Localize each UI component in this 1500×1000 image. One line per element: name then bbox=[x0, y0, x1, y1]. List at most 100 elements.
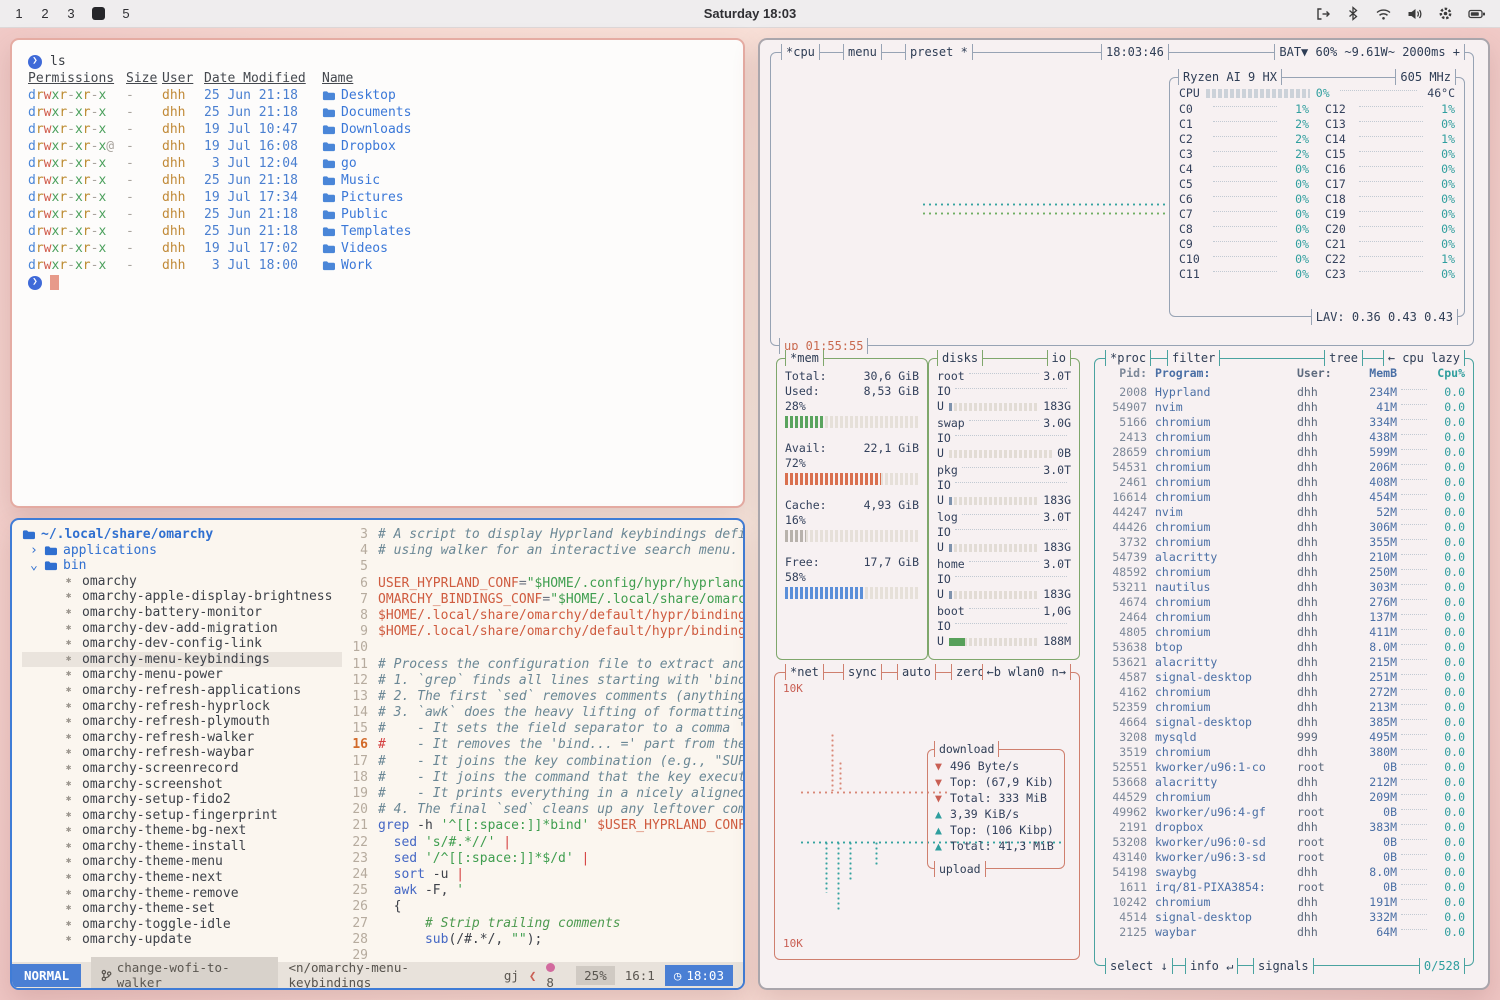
tree-file[interactable]: ✱ omarchy-theme-install bbox=[22, 839, 342, 855]
process-row[interactable]: 53668 alacritty dhh 212M 0.0 bbox=[1103, 775, 1465, 790]
process-row[interactable]: 3732 chromium dhh 355M 0.0 bbox=[1103, 535, 1465, 550]
code-line[interactable]: 19 # - It prints everything in a nicely … bbox=[342, 786, 743, 802]
process-row[interactable]: 2413 chromium dhh 438M 0.0 bbox=[1103, 430, 1465, 445]
code-line[interactable]: 8 $HOME/.local/share/omarchy/default/hyp… bbox=[342, 608, 743, 624]
process-row[interactable]: 5166 chromium dhh 334M 0.0 bbox=[1103, 415, 1465, 430]
code-line[interactable]: 3 # A script to display Hyprland keybind… bbox=[342, 527, 743, 543]
process-row[interactable]: 3208 mysqld 999 495M 0.0 bbox=[1103, 730, 1465, 745]
tree-file[interactable]: ✱ omarchy-update bbox=[22, 932, 342, 948]
code-line[interactable]: 16 # - It removes the 'bind... =' part f… bbox=[342, 737, 743, 753]
tree-file[interactable]: ✱ omarchy-screenrecord bbox=[22, 761, 342, 777]
code-line[interactable]: 10 bbox=[342, 640, 743, 656]
process-row[interactable]: 4587 signal-desktop dhh 251M 0.0 bbox=[1103, 670, 1465, 685]
tree-file[interactable]: ✱ omarchy-refresh-waybar bbox=[22, 745, 342, 761]
net-auto-toggle[interactable]: auto bbox=[897, 664, 936, 680]
tree-file[interactable]: ✱ omarchy-refresh-applications bbox=[22, 683, 342, 699]
tree-file[interactable]: ✱ omarchy-setup-fingerprint bbox=[22, 808, 342, 824]
io-toggle[interactable]: io bbox=[1047, 350, 1071, 366]
process-row[interactable]: 10242 chromium dhh 191M 0.0 bbox=[1103, 895, 1465, 910]
code-line[interactable]: 23 sed '/^[[:space:]]*$/d' | bbox=[342, 851, 743, 867]
tree-file[interactable]: ✱ omarchy-refresh-plymouth bbox=[22, 714, 342, 730]
tree-file[interactable]: ✱ omarchy-refresh-walker bbox=[22, 730, 342, 746]
code-line[interactable]: 15 # - It sets the field separator to a … bbox=[342, 721, 743, 737]
tree-file[interactable]: ✱ omarchy-setup-fido2 bbox=[22, 792, 342, 808]
process-row[interactable]: 53621 alacritty dhh 215M 0.0 bbox=[1103, 655, 1465, 670]
tree-file[interactable]: ✱ omarchy-screenshot bbox=[22, 777, 342, 793]
signals-action[interactable]: signals bbox=[1253, 958, 1314, 974]
code-line[interactable]: 24 sort -u | bbox=[342, 867, 743, 883]
tree-file[interactable]: ✱ omarchy-apple-display-brightness bbox=[22, 589, 342, 605]
process-row[interactable]: 49962 kworker/u96:4-gf root 0B 0.0 bbox=[1103, 805, 1465, 820]
process-row[interactable]: 53208 kworker/u96:0-sd root 0B 0.0 bbox=[1103, 835, 1465, 850]
process-row[interactable]: 2125 waybar dhh 64M 0.0 bbox=[1103, 925, 1465, 940]
process-row[interactable]: 53211 nautilus dhh 303M 0.0 bbox=[1103, 580, 1465, 595]
process-row[interactable]: 54907 nvim dhh 41M 0.0 bbox=[1103, 400, 1465, 415]
process-row[interactable]: 44529 chromium dhh 209M 0.0 bbox=[1103, 790, 1465, 805]
code-line[interactable]: 17 # - It joins the key combination (e.g… bbox=[342, 754, 743, 770]
workspace-button[interactable]: 5 bbox=[121, 6, 131, 21]
net-interface[interactable]: ←b wlan0 n→ bbox=[982, 664, 1071, 680]
tree-file[interactable]: ✱ omarchy-menu-power bbox=[22, 667, 342, 683]
process-row[interactable]: 1611 irq/81-PIXA3854: root 0B 0.0 bbox=[1103, 880, 1465, 895]
code-line[interactable]: 25 awk -F, ' bbox=[342, 883, 743, 899]
process-row[interactable]: 3519 chromium dhh 380M 0.0 bbox=[1103, 745, 1465, 760]
process-row[interactable]: 44426 chromium dhh 306M 0.0 bbox=[1103, 520, 1465, 535]
process-row[interactable]: 48592 chromium dhh 250M 0.0 bbox=[1103, 565, 1465, 580]
tree-file[interactable]: ✱ omarchy-theme-set bbox=[22, 901, 342, 917]
workspace-button[interactable]: 2 bbox=[40, 6, 50, 21]
info-action[interactable]: info ↵ bbox=[1185, 958, 1238, 974]
code-line[interactable]: 6 USER_HYPRLAND_CONF="$HOME/.config/hypr… bbox=[342, 576, 743, 592]
code-line[interactable]: 20 # 4. The final `sed` cleans up any le… bbox=[342, 802, 743, 818]
select-action[interactable]: select ↓ bbox=[1105, 958, 1173, 974]
code-line[interactable]: 9 $HOME/.local/share/omarchy/default/hyp… bbox=[342, 624, 743, 640]
code-line[interactable]: 5 bbox=[342, 559, 743, 575]
tree-file[interactable]: ✱ omarchy-theme-menu bbox=[22, 854, 342, 870]
battery-status[interactable]: BAT▼ 60% ~9.61W~ 2000ms + bbox=[1274, 44, 1465, 60]
process-row[interactable]: 52551 kworker/u96:1-co root 0B 0.0 bbox=[1103, 760, 1465, 775]
terminal-cursor-line[interactable]: ❯ bbox=[28, 274, 727, 291]
tree-file[interactable]: ✱ omarchy-theme-bg-next bbox=[22, 823, 342, 839]
process-row[interactable]: 54739 alacritty dhh 210M 0.0 bbox=[1103, 550, 1465, 565]
cpu-box-title[interactable]: *cpu bbox=[781, 44, 820, 60]
tree-file[interactable]: ✱ omarchy-battery-monitor bbox=[22, 605, 342, 621]
tree-folder-bin[interactable]: ⌄ bin bbox=[22, 558, 342, 574]
workspace-button[interactable]: 3 bbox=[66, 6, 76, 21]
workspace-button[interactable]: 1 bbox=[14, 6, 24, 21]
preset-button[interactable]: preset * bbox=[905, 44, 973, 60]
code-line[interactable]: 22 sed 's/#.*//' | bbox=[342, 835, 743, 851]
tree-file[interactable]: ✱ omarchy-refresh-hyprlock bbox=[22, 699, 342, 715]
tree-file[interactable]: ✱ omarchy bbox=[22, 574, 342, 590]
tree-file[interactable]: ✱ omarchy-toggle-idle bbox=[22, 917, 342, 933]
bluetooth-icon[interactable] bbox=[1346, 6, 1360, 21]
mem-box-title[interactable]: *mem bbox=[785, 350, 824, 366]
settings-gear-icon[interactable] bbox=[1438, 6, 1453, 21]
tree-file[interactable]: ✱ omarchy-dev-add-migration bbox=[22, 621, 342, 637]
code-line[interactable]: 12 # 1. `grep` finds all lines starting … bbox=[342, 673, 743, 689]
volume-icon[interactable] bbox=[1407, 7, 1423, 21]
tree-file[interactable]: ✱ omarchy-dev-config-link bbox=[22, 636, 342, 652]
filter-button[interactable]: filter bbox=[1167, 350, 1220, 366]
process-row[interactable]: 53638 btop dhh 8.0M 0.0 bbox=[1103, 640, 1465, 655]
wifi-icon[interactable] bbox=[1375, 7, 1392, 21]
disks-box-title[interactable]: disks bbox=[937, 350, 983, 366]
logout-icon[interactable] bbox=[1315, 6, 1331, 22]
process-row[interactable]: 16614 chromium dhh 454M 0.0 bbox=[1103, 490, 1465, 505]
net-sync-toggle[interactable]: sync bbox=[843, 664, 882, 680]
code-line[interactable]: 28 sub(/#.*/, ""); bbox=[342, 932, 743, 948]
process-row[interactable]: 54531 chromium dhh 206M 0.0 bbox=[1103, 460, 1465, 475]
process-row[interactable]: 4514 signal-desktop dhh 332M 0.0 bbox=[1103, 910, 1465, 925]
code-line[interactable]: 18 # - It joins the command that the key… bbox=[342, 770, 743, 786]
process-row[interactable]: 52359 chromium dhh 213M 0.0 bbox=[1103, 700, 1465, 715]
process-row[interactable]: 4664 signal-desktop dhh 385M 0.0 bbox=[1103, 715, 1465, 730]
battery-icon[interactable] bbox=[1468, 7, 1486, 21]
tree-toggle[interactable]: tree bbox=[1324, 350, 1363, 366]
code-line[interactable]: 7 OMARCHY_BINDINGS_CONF="$HOME/.local/sh… bbox=[342, 592, 743, 608]
process-row[interactable]: 4674 chromium dhh 276M 0.0 bbox=[1103, 595, 1465, 610]
process-row[interactable]: 2008 Hyprland dhh 234M 0.0 bbox=[1103, 385, 1465, 400]
tree-folder-applications[interactable]: › applications bbox=[22, 543, 342, 559]
code-line[interactable]: 27 # Strip trailing comments bbox=[342, 916, 743, 932]
process-row[interactable]: 43140 kworker/u96:3-sd root 0B 0.0 bbox=[1103, 850, 1465, 865]
process-row[interactable]: 44247 nvim dhh 52M 0.0 bbox=[1103, 505, 1465, 520]
process-row[interactable]: 4805 chromium dhh 411M 0.0 bbox=[1103, 625, 1465, 640]
menu-button[interactable]: menu bbox=[843, 44, 882, 60]
